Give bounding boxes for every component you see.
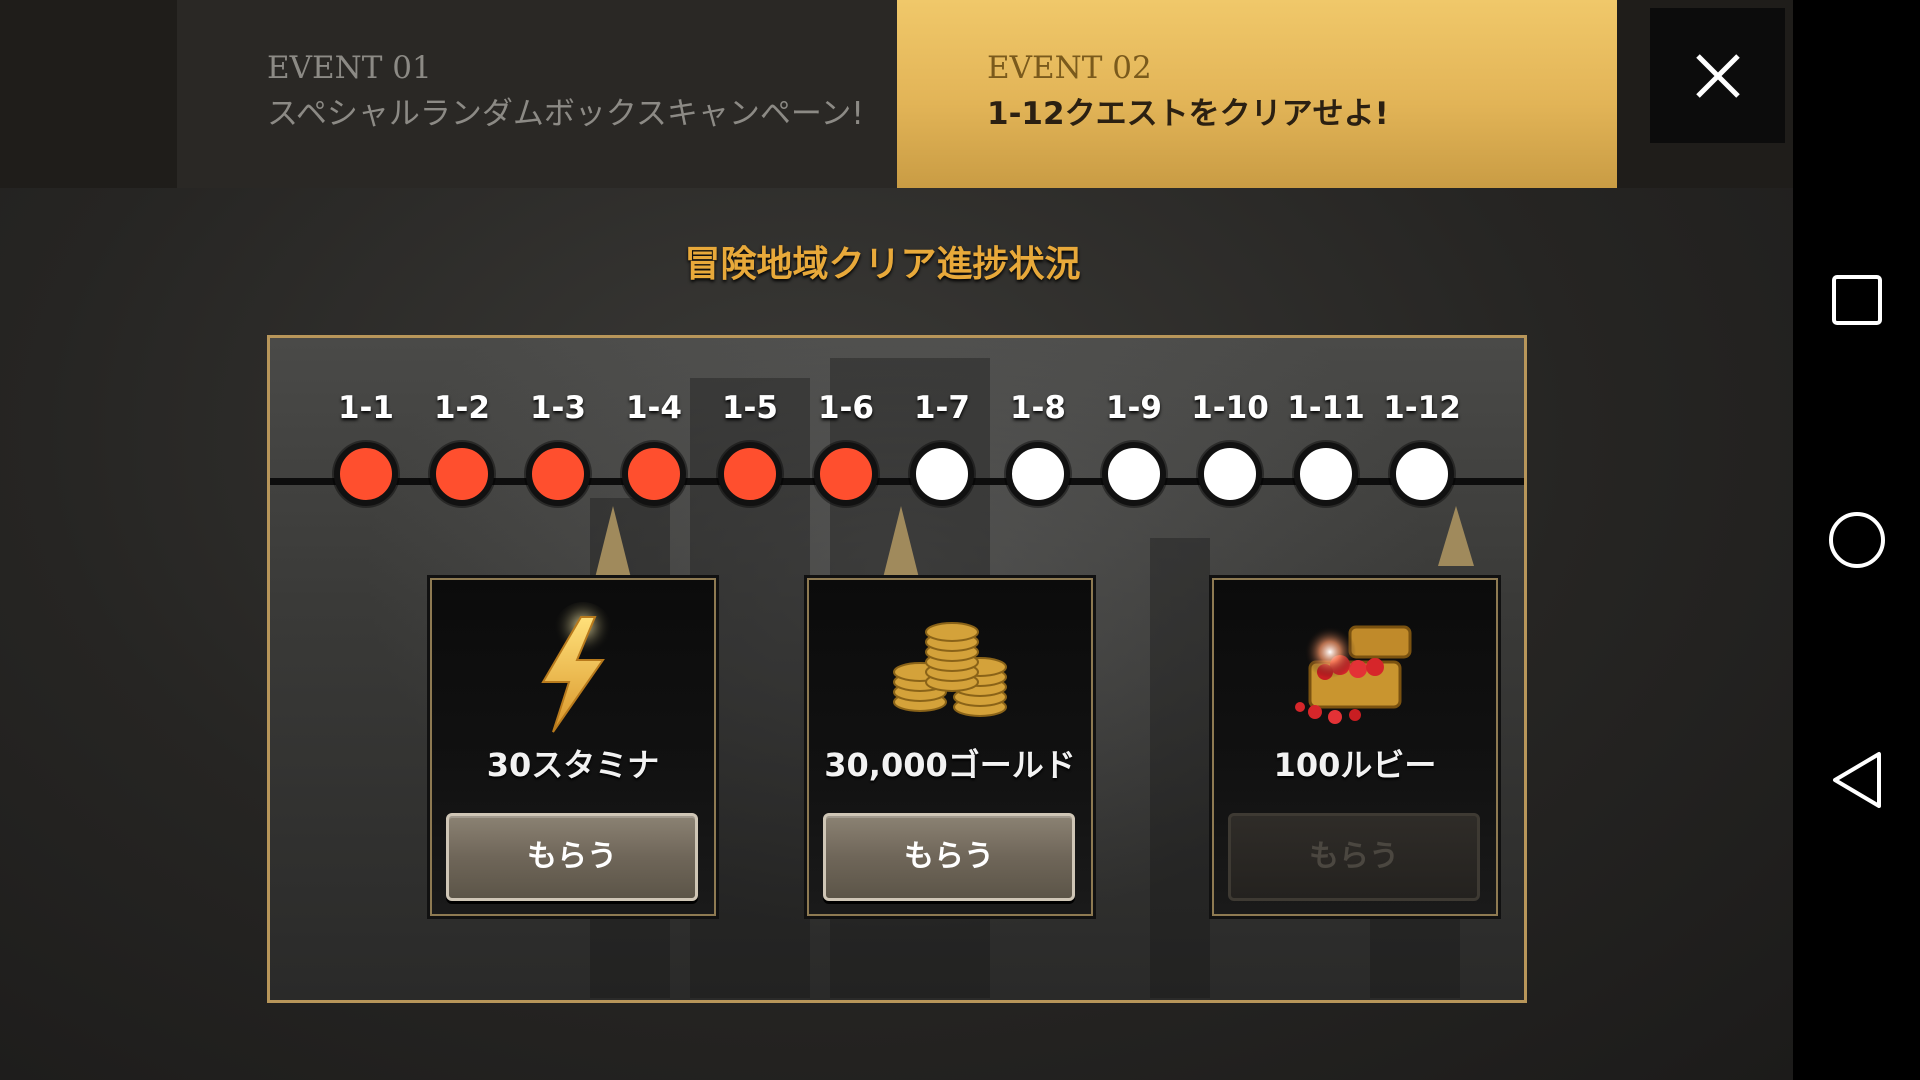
stage-label: 1-12 [1383,390,1461,426]
stage-marker: 1-1 [316,388,416,506]
square-icon [1831,275,1882,325]
stage-label: 1-6 [817,390,874,426]
reward-label: 30スタミナ [486,746,660,784]
stage-uncleared-dot [1390,442,1454,506]
reward-card-gold: 30,000ゴールド もらう [807,578,1093,916]
stage-label: 1-9 [1105,390,1162,426]
stage-marker: 1-9 [1084,388,1184,506]
stage-label: 1-2 [433,390,490,426]
tab-number: EVENT 02 [987,50,1152,86]
stage-marker: 1-6 [796,388,896,506]
stage-cleared-dot [526,442,590,506]
tab-number: EVENT 01 [267,50,432,86]
stage-marker: 1-12 [1372,388,1472,506]
treasure-chest-icon [1214,602,1496,742]
stage-label: 1-5 [721,390,778,426]
stage-cleared-dot [814,442,878,506]
stage-cleared-dot [718,442,782,506]
android-nav-bar [1793,0,1920,1080]
castle-silhouette [1150,538,1210,998]
tab-event-02[interactable]: EVENT 02 1-12クエストをクリアせよ! [897,0,1617,188]
circle-icon [1828,512,1885,568]
stage-label: 1-8 [1009,390,1066,426]
stage-marker: 1-4 [604,388,704,506]
tab-event-01[interactable]: EVENT 01 スペシャルランダムボックスキャンペーン! [177,0,897,188]
stage-uncleared-dot [1294,442,1358,506]
stage-marker: 1-3 [508,388,608,506]
stage-marker: 1-10 [1180,388,1280,506]
stage-label: 1-1 [337,390,394,426]
recent-apps-button[interactable] [1793,240,1920,360]
claim-button[interactable]: もらう [446,813,698,901]
stage-cleared-dot [430,442,494,506]
reward-label: 30,000ゴールド [824,746,1076,784]
tab-title: スペシャルランダムボックスキャンペーン! [267,96,864,132]
reward-label: 100ルビー [1273,746,1437,784]
home-button[interactable] [1793,480,1920,600]
reward-card-stamina: 30スタミナ もらう [430,578,716,916]
stage-marker: 1-2 [412,388,512,506]
event-tab-bar: EVENT 01 スペシャルランダムボックスキャンペーン! EVENT 02 1… [0,0,1793,188]
claim-button[interactable]: もらう [823,813,1075,901]
triangle-back-icon [1832,752,1881,808]
stage-marker: 1-8 [988,388,1088,506]
stage-marker: 1-7 [892,388,992,506]
event-screen: EVENT 01 スペシャルランダムボックスキャンペーン! EVENT 02 1… [0,0,1793,1080]
stage-label: 1-3 [529,390,586,426]
stage-uncleared-dot [910,442,974,506]
back-button[interactable] [1793,720,1920,840]
reward-card-ruby: 100ルビー もらう [1212,578,1498,916]
stage-label: 1-4 [625,390,682,426]
lightning-icon [432,602,714,742]
stage-uncleared-dot [1198,442,1262,506]
close-icon [1695,53,1740,98]
gold-coins-icon [809,602,1091,742]
pointer-spike [1438,506,1474,566]
progress-panel: 1-1 1-2 1-3 1-4 1-5 1-6 1-7 1-8 1-9 1-10 1-11 1-12 [267,335,1527,1003]
stage-label: 1-10 [1191,390,1269,426]
stage-uncleared-dot [1006,442,1070,506]
close-button[interactable] [1650,8,1785,143]
stage-label: 1-11 [1287,390,1365,426]
stage-label: 1-7 [913,390,970,426]
stage-marker: 1-11 [1276,388,1376,506]
stage-uncleared-dot [1102,442,1166,506]
tab-title: 1-12クエストをクリアせよ! [987,96,1389,132]
stage-cleared-dot [622,442,686,506]
section-title: 冒険地域クリア進捗状況 [684,244,1081,285]
pointer-spike [595,506,631,578]
claim-button-disabled[interactable]: もらう [1228,813,1480,901]
stage-marker: 1-5 [700,388,800,506]
stage-cleared-dot [334,442,398,506]
pointer-spike [883,506,919,578]
